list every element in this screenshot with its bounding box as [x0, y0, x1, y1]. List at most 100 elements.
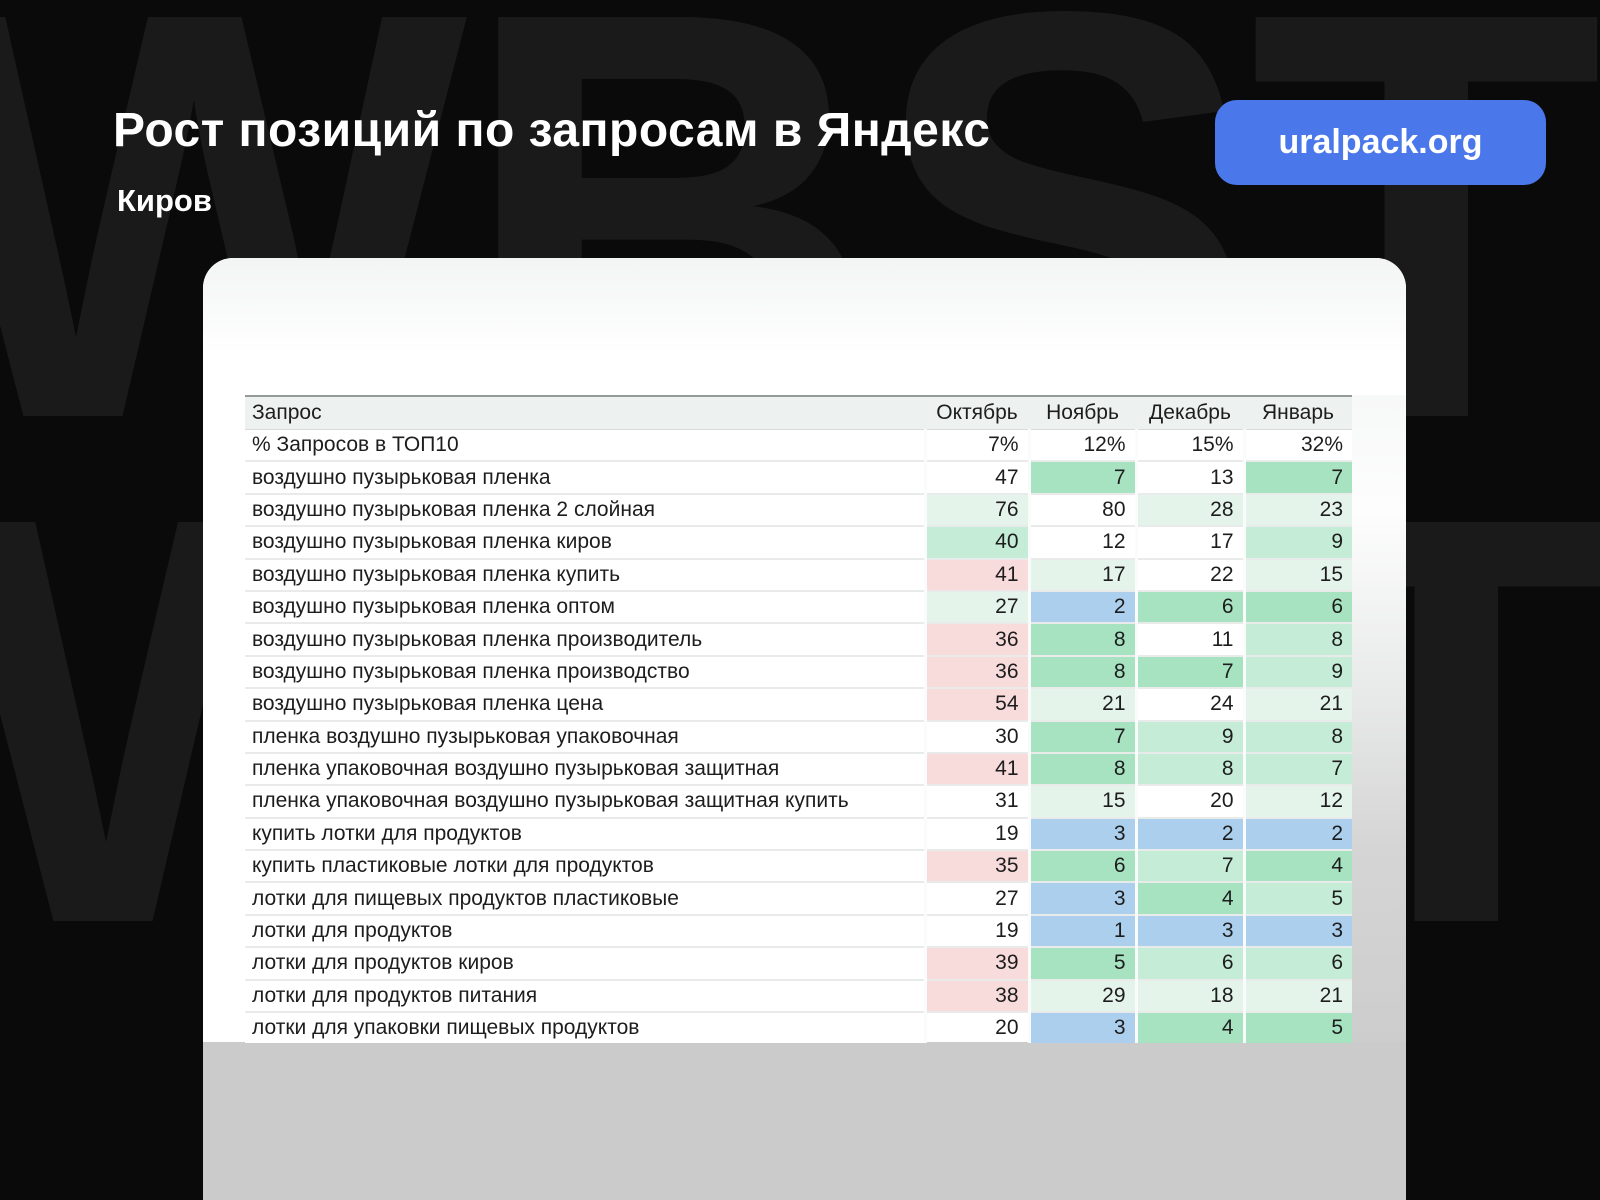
value-cell: 27 [925, 591, 1029, 623]
value-cell: 3 [1029, 1012, 1136, 1043]
value-cell: 3 [1244, 915, 1352, 947]
value-cell: 12 [1029, 526, 1136, 558]
page-title: Рост позиций по запросам в Яндекс [113, 103, 990, 158]
value-cell: 2 [1136, 818, 1244, 850]
value-cell: 7 [1029, 461, 1136, 493]
query-cell: лотки для продуктов киров [245, 947, 925, 979]
table-row: пленка упаковочная воздушно пузырьковая … [245, 753, 1352, 785]
value-cell: 19 [925, 818, 1029, 850]
query-cell: купить лотки для продуктов [245, 818, 925, 850]
table-header-row: Запрос ОктябрьНоябрьДекабрьЯнварь [245, 396, 1352, 429]
query-cell: воздушно пузырьковая пленка цена [245, 688, 925, 720]
value-cell: 21 [1244, 980, 1352, 1012]
value-cell: 19 [925, 915, 1029, 947]
value-cell: 40 [925, 526, 1029, 558]
value-cell: 28 [1136, 494, 1244, 526]
card-right-backdrop [1352, 395, 1406, 1042]
value-cell: 5 [1029, 947, 1136, 979]
query-cell: пленка упаковочная воздушно пузырьковая … [245, 785, 925, 817]
query-cell: воздушно пузырьковая пленка производител… [245, 623, 925, 655]
table-row: купить лотки для продуктов19322 [245, 818, 1352, 850]
column-header-query: Запрос [245, 396, 925, 429]
value-cell: 47 [925, 461, 1029, 493]
column-header-month: Январь [1244, 396, 1352, 429]
positions-table: Запрос ОктябрьНоябрьДекабрьЯнварь % Запр… [245, 395, 1352, 1043]
table-row: лотки для упаковки пищевых продуктов2034… [245, 1012, 1352, 1043]
table-row: пленка упаковочная воздушно пузырьковая … [245, 785, 1352, 817]
query-cell: воздушно пузырьковая пленка 2 слойная [245, 494, 925, 526]
query-cell: воздушно пузырьковая пленка оптом [245, 591, 925, 623]
value-cell: 21 [1244, 688, 1352, 720]
table-row: лотки для продуктов питания38291821 [245, 980, 1352, 1012]
query-cell: % Запросов в ТОП10 [245, 429, 925, 461]
value-cell: 6 [1136, 947, 1244, 979]
query-cell: воздушно пузырьковая пленка купить [245, 559, 925, 591]
value-cell: 7% [925, 429, 1029, 461]
query-cell: лотки для продуктов [245, 915, 925, 947]
value-cell: 11 [1136, 623, 1244, 655]
query-cell: пленка упаковочная воздушно пузырьковая … [245, 753, 925, 785]
value-cell: 15% [1136, 429, 1244, 461]
value-cell: 7 [1244, 461, 1352, 493]
value-cell: 3 [1029, 818, 1136, 850]
table-row: воздушно пузырьковая пленка477137 [245, 461, 1352, 493]
table-row: лотки для продуктов19133 [245, 915, 1352, 947]
table-row: пленка воздушно пузырьковая упаковочная3… [245, 721, 1352, 753]
value-cell: 36 [925, 656, 1029, 688]
value-cell: 8 [1029, 753, 1136, 785]
value-cell: 6 [1029, 850, 1136, 882]
value-cell: 13 [1136, 461, 1244, 493]
value-cell: 15 [1244, 559, 1352, 591]
table-row: воздушно пузырьковая пленка оптом27266 [245, 591, 1352, 623]
column-header-month: Октябрь [925, 396, 1029, 429]
value-cell: 4 [1244, 850, 1352, 882]
value-cell: 29 [1029, 980, 1136, 1012]
column-header-month: Ноябрь [1029, 396, 1136, 429]
query-cell: воздушно пузырьковая пленка киров [245, 526, 925, 558]
table-row: воздушно пузырьковая пленка производител… [245, 623, 1352, 655]
value-cell: 9 [1244, 656, 1352, 688]
value-cell: 39 [925, 947, 1029, 979]
value-cell: 3 [1136, 915, 1244, 947]
value-cell: 8 [1029, 623, 1136, 655]
query-cell: воздушно пузырьковая пленка [245, 461, 925, 493]
value-cell: 15 [1029, 785, 1136, 817]
value-cell: 1 [1029, 915, 1136, 947]
value-cell: 36 [925, 623, 1029, 655]
value-cell: 8 [1136, 753, 1244, 785]
value-cell: 4 [1136, 882, 1244, 914]
table-row: % Запросов в ТОП107%12%15%32% [245, 429, 1352, 461]
query-cell: лотки для упаковки пищевых продуктов [245, 1012, 925, 1043]
value-cell: 17 [1136, 526, 1244, 558]
value-cell: 21 [1029, 688, 1136, 720]
table-row: воздушно пузырьковая пленка цена54212421 [245, 688, 1352, 720]
card-bottom-backdrop [203, 1042, 1406, 1200]
table-row: лотки для продуктов киров39566 [245, 947, 1352, 979]
screenshot-card: Запрос ОктябрьНоябрьДекабрьЯнварь % Запр… [203, 258, 1406, 1200]
page-subtitle: Киров [117, 183, 212, 219]
value-cell: 9 [1136, 721, 1244, 753]
query-cell: пленка воздушно пузырьковая упаковочная [245, 721, 925, 753]
value-cell: 54 [925, 688, 1029, 720]
card-top-tint [203, 258, 1406, 353]
value-cell: 5 [1244, 882, 1352, 914]
table-body: % Запросов в ТОП107%12%15%32%воздушно пу… [245, 429, 1352, 1043]
value-cell: 8 [1244, 721, 1352, 753]
value-cell: 35 [925, 850, 1029, 882]
query-cell: лотки для пищевых продуктов пластиковые [245, 882, 925, 914]
value-cell: 31 [925, 785, 1029, 817]
value-cell: 2 [1244, 818, 1352, 850]
value-cell: 12 [1244, 785, 1352, 817]
value-cell: 5 [1244, 1012, 1352, 1043]
site-badge[interactable]: uralpack.org [1215, 100, 1546, 185]
value-cell: 3 [1029, 882, 1136, 914]
value-cell: 7 [1136, 850, 1244, 882]
value-cell: 20 [1136, 785, 1244, 817]
table-row: воздушно пузырьковая пленка производство… [245, 656, 1352, 688]
value-cell: 23 [1244, 494, 1352, 526]
value-cell: 7 [1029, 721, 1136, 753]
value-cell: 8 [1244, 623, 1352, 655]
query-cell: купить пластиковые лотки для продуктов [245, 850, 925, 882]
value-cell: 6 [1136, 591, 1244, 623]
value-cell: 9 [1244, 526, 1352, 558]
